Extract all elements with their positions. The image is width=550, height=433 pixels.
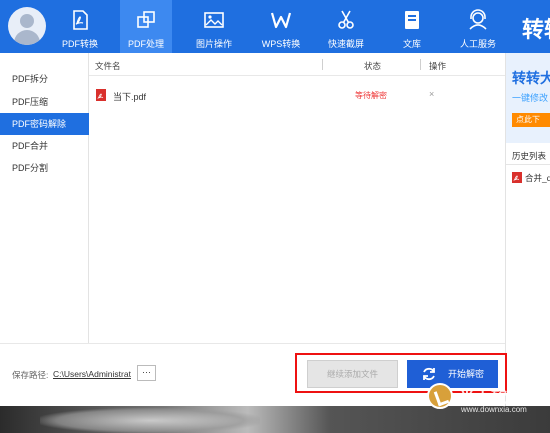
- watermark-url: www.downxia.com: [461, 405, 527, 414]
- ad-subtitle: 一键修改: [512, 93, 549, 103]
- column-divider: [322, 59, 323, 70]
- header-status: 状态: [364, 61, 382, 71]
- toolbar-screenshot[interactable]: 快速截屏: [322, 0, 370, 53]
- ad-title: 转转大: [512, 70, 550, 86]
- save-path-link[interactable]: C:\Users\Administrat: [53, 369, 131, 379]
- ad-button[interactable]: 点此下: [512, 113, 550, 127]
- ad-banner[interactable]: 转转大 一键修改 点此下: [506, 53, 550, 143]
- toolbar-label: PDF转换: [61, 39, 98, 49]
- toolbar-label: 文库: [402, 39, 421, 49]
- sidebar-item-pdf-merge[interactable]: PDF合并: [0, 135, 89, 157]
- wps-icon: [270, 12, 292, 29]
- watermark-logo-icon: [427, 383, 453, 409]
- brand-text: 转转: [522, 17, 550, 42]
- toolbar-support[interactable]: 人工服务: [454, 0, 502, 53]
- history-item-name: 合并_q: [525, 173, 550, 183]
- sidebar: PDF拆分 PDF压缩 PDF密码解除 PDF合并 PDF分割: [0, 53, 89, 343]
- header-filename: 文件名: [95, 61, 121, 71]
- remove-file-button[interactable]: ×: [429, 89, 434, 99]
- toolbar-library[interactable]: 文库: [392, 0, 432, 53]
- sidebar-item-pdf-compress[interactable]: PDF压缩: [0, 91, 89, 113]
- scissors-icon: [338, 10, 354, 29]
- pdf-process-icon: [137, 11, 155, 28]
- right-panel: 转转大 一键修改 点此下 历史列表 合并_q: [505, 53, 550, 406]
- pdf-file-icon: [512, 172, 522, 183]
- file-status: 等待解密: [355, 91, 387, 100]
- sidebar-item-pdf-unlock[interactable]: PDF密码解除: [0, 113, 89, 135]
- history-item[interactable]: 合并_q: [512, 172, 550, 184]
- file-table: 文件名 状态 操作 当下.pdf 等待解密 ×: [89, 53, 505, 343]
- avatar-head: [20, 14, 34, 28]
- avatar-body: [14, 30, 40, 45]
- sidebar-item-pdf-divide[interactable]: PDF分割: [0, 157, 89, 179]
- browse-path-button[interactable]: ···: [137, 365, 156, 381]
- watermark-name: 当下软件园: [459, 389, 540, 406]
- toolbar-image[interactable]: 图片操作: [188, 0, 240, 53]
- table-header: 文件名 状态 操作: [89, 53, 505, 76]
- avatar[interactable]: [8, 7, 46, 45]
- pdf-file-icon: [73, 10, 88, 30]
- watermark: 当下软件园 www.downxia.com: [427, 383, 550, 423]
- toolbar-wps[interactable]: WPS转换: [256, 0, 306, 53]
- toolbar-pdf-process[interactable]: PDF处理: [120, 0, 172, 53]
- sidebar-item-pdf-split[interactable]: PDF拆分: [0, 68, 89, 90]
- toolbar-pdf-convert[interactable]: PDF转换: [56, 0, 104, 53]
- top-toolbar: PDF转换 PDF处理 图片操作 WPS转换 快速截屏 文库 人工服务 转: [0, 0, 550, 53]
- header-action: 操作: [429, 61, 447, 71]
- column-divider: [420, 59, 421, 70]
- save-path-label: 保存路径:: [12, 370, 49, 380]
- toolbar-label: WPS转换: [261, 39, 301, 49]
- image-icon: [204, 12, 224, 28]
- history-title: 历史列表: [512, 151, 547, 161]
- table-row[interactable]: 当下.pdf 等待解密 ×: [89, 83, 505, 107]
- toolbar-label: 快速截屏: [327, 39, 364, 49]
- toolbar-label: 人工服务: [459, 39, 496, 49]
- pdf-file-icon: [96, 89, 106, 101]
- toolbar-label: PDF处理: [127, 39, 164, 49]
- toolbar-label: 图片操作: [195, 39, 232, 49]
- support-icon: [469, 9, 487, 30]
- divider: [506, 164, 550, 165]
- photo-detail: [40, 408, 260, 433]
- library-icon: [405, 11, 419, 29]
- file-name: 当下.pdf: [113, 92, 147, 102]
